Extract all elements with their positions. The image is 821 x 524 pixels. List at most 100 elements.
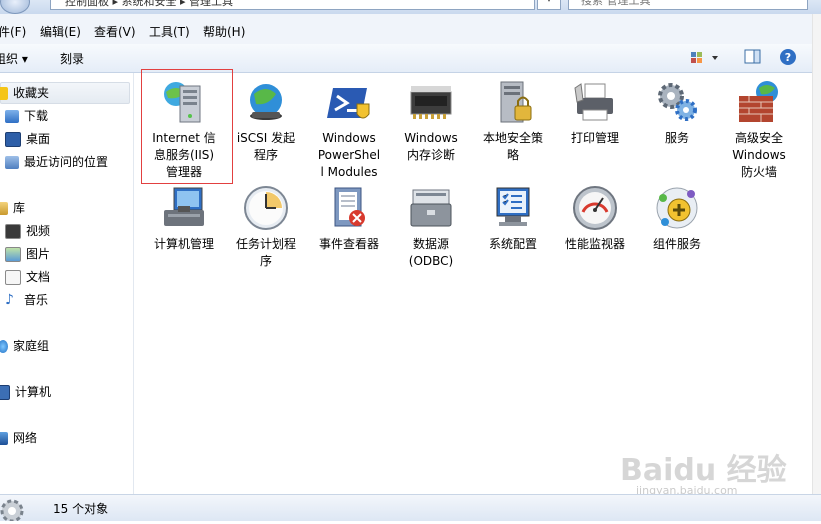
event-log-icon [325, 184, 373, 232]
item-services[interactable]: 服务 [633, 78, 721, 147]
nav-downloads[interactable]: 下载 [5, 106, 48, 126]
item-print-management[interactable]: 打印管理 [551, 78, 639, 147]
nav-network[interactable]: 网络 [0, 428, 37, 448]
item-label: 管理器 [165, 165, 202, 179]
clock-icon [242, 184, 290, 232]
nav-favorites[interactable]: 收藏夹 [0, 82, 130, 104]
item-label: 组件服务 [652, 237, 701, 251]
menu-help[interactable]: 帮助(H) [203, 23, 245, 40]
item-component-services[interactable]: 组件服务 [633, 184, 721, 253]
baidu-watermark: Baidu 经验 [620, 453, 787, 488]
burn-button[interactable]: 刻录 [60, 50, 84, 67]
item-iis-manager[interactable]: Internet 信 息服务(IIS) 管理器 [140, 78, 228, 181]
item-label: 息服务(IIS) [153, 148, 215, 162]
system-config-icon [489, 184, 537, 232]
library-icon [0, 202, 8, 215]
vertical-scrollbar[interactable] [812, 14, 821, 494]
iis-server-icon [160, 78, 208, 126]
item-label: 性能监视器 [564, 237, 625, 251]
item-label: iSCSI 发起 [236, 131, 296, 145]
item-powershell-modules[interactable]: Windows PowerShel l Modules [305, 78, 393, 181]
navigation-pane: 收藏夹 下载 桌面 最近访问的位置 库 视频 图片 文档 ♪ 音乐 家庭组 计算机… [0, 73, 134, 494]
status-bar: 15 个对象 [0, 494, 821, 523]
nav-music[interactable]: ♪ 音乐 [5, 290, 48, 310]
database-toolbox-icon [407, 184, 455, 232]
video-icon [5, 224, 21, 239]
nav-pictures[interactable]: 图片 [5, 244, 50, 264]
item-label: 略 [506, 148, 519, 162]
nav-documents[interactable]: 文档 [5, 267, 50, 287]
network-icon [0, 432, 8, 445]
address-field[interactable]: 控制面板 ▸ 系统和安全 ▸ 管理工具 [50, 0, 535, 10]
help-icon[interactable]: ? [779, 48, 797, 69]
address-dropdown-button[interactable]: ▾ [537, 0, 561, 10]
item-label: 事件查看器 [318, 237, 379, 251]
item-local-security-policy[interactable]: 本地安全策 略 [469, 78, 557, 164]
item-label: 程序 [253, 148, 278, 162]
gears-icon [653, 78, 701, 126]
star-icon [0, 87, 8, 100]
item-label: Windows [732, 148, 786, 162]
item-label: Internet 信 [152, 131, 216, 145]
nav-recent[interactable]: 最近访问的位置 [5, 152, 108, 172]
download-folder-icon [5, 110, 19, 123]
security-policy-icon [489, 78, 537, 126]
item-label: 防火墙 [740, 165, 777, 179]
item-label: 任务计划程 [235, 237, 296, 251]
pictures-icon [5, 247, 21, 262]
nav-computer[interactable]: 计算机 [0, 382, 51, 402]
menu-view[interactable]: 查看(V) [94, 23, 136, 40]
desktop-icon [5, 132, 21, 147]
item-performance-monitor[interactable]: 性能监视器 [551, 184, 639, 253]
item-label: 数据源 [412, 237, 449, 251]
back-button[interactable] [0, 0, 30, 14]
item-advanced-firewall[interactable]: 高级安全 Windows 防火墙 [715, 78, 803, 181]
item-iscsi-initiator[interactable]: iSCSI 发起 程序 [222, 78, 310, 164]
item-label: PowerShel [317, 148, 381, 162]
item-computer-management[interactable]: 计算机管理 [140, 184, 228, 253]
nav-libraries[interactable]: 库 [0, 198, 25, 218]
menu-tools[interactable]: 工具(T) [149, 23, 190, 40]
item-label: l Modules [320, 165, 378, 179]
gauge-icon [571, 184, 619, 232]
item-label: 本地安全策 [482, 131, 543, 145]
menu-file[interactable]: 件(F) [0, 23, 26, 40]
item-task-scheduler[interactable]: 任务计划程 序 [222, 184, 310, 270]
memory-chip-icon [407, 78, 455, 126]
documents-icon [5, 270, 21, 285]
preview-pane-icon[interactable] [744, 49, 762, 68]
music-note-icon: ♪ [5, 292, 14, 308]
item-label: Windows [404, 131, 458, 145]
component-services-icon [653, 184, 701, 232]
item-event-viewer[interactable]: 事件查看器 [305, 184, 393, 253]
globe-network-icon [242, 78, 290, 126]
search-input[interactable]: 搜索 管理工具 [568, 0, 808, 10]
firewall-icon [735, 78, 783, 126]
item-label: 序 [259, 254, 272, 268]
nav-desktop[interactable]: 桌面 [5, 129, 50, 149]
menu-edit[interactable]: 编辑(E) [40, 23, 81, 40]
address-bar-strip: 控制面板 ▸ 系统和安全 ▸ 管理工具 ▾ 搜索 管理工具 [0, 0, 821, 15]
item-label: 系统配置 [488, 237, 537, 251]
item-label: 打印管理 [570, 131, 619, 145]
status-object-count: 15 个对象 [53, 502, 109, 516]
powershell-icon [325, 78, 373, 126]
homegroup-icon [0, 340, 8, 353]
svg-text:?: ? [785, 51, 791, 64]
printer-icon [571, 78, 619, 126]
item-label: 服务 [664, 131, 689, 145]
item-label: Windows [322, 131, 376, 145]
nav-homegroup[interactable]: 家庭组 [0, 336, 49, 356]
command-bar: 组织 ▾ 刻录 ? [0, 44, 821, 73]
recent-places-icon [5, 156, 19, 169]
item-odbc-data-sources[interactable]: 数据源 (ODBC) [387, 184, 475, 270]
item-label: (ODBC) [408, 254, 454, 268]
computer-icon [0, 385, 10, 400]
nav-videos[interactable]: 视频 [5, 221, 50, 241]
menu-bar: 件(F) 编辑(E) 查看(V) 工具(T) 帮助(H) [0, 14, 821, 45]
view-options-icon[interactable] [690, 50, 720, 69]
organize-button[interactable]: 组织 ▾ [0, 50, 28, 67]
item-memory-diagnostic[interactable]: Windows 内存诊断 [387, 78, 475, 164]
item-system-configuration[interactable]: 系统配置 [469, 184, 557, 253]
item-label: 内存诊断 [406, 148, 455, 162]
